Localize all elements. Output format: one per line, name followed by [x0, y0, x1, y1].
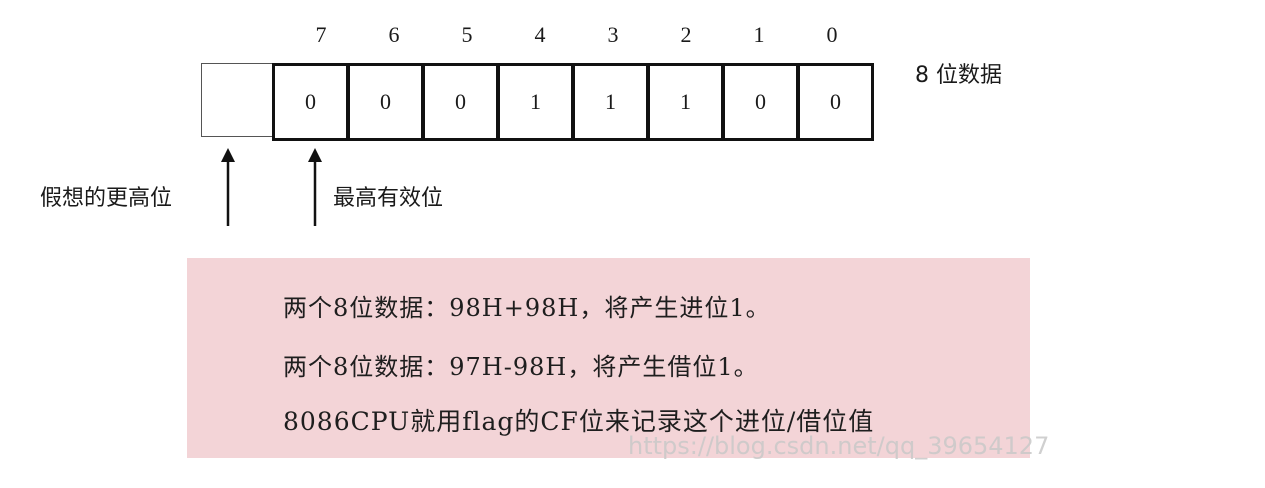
watermark: https://blog.csdn.net/qq_39654127: [628, 432, 1050, 460]
bit-index-label: 7: [315, 22, 327, 47]
bit-index-label: 5: [461, 22, 473, 47]
bit-index-label: 6: [388, 22, 400, 47]
bit-value-6: 0: [380, 89, 391, 114]
register: 0 0 0 1 1 1 0 0: [201, 63, 874, 141]
imaginary-higher-bit-cell: [201, 63, 274, 137]
bit-value-0: 0: [830, 89, 841, 114]
bit-value-1: 0: [755, 89, 766, 114]
bit-index-label: 3: [607, 22, 619, 47]
msb-label: 最高有效位: [333, 186, 444, 211]
bit-cell-5: 0: [422, 63, 499, 141]
bit-value-4: 1: [530, 89, 541, 114]
bit-value-2: 1: [680, 89, 691, 114]
up-arrow-icon: [308, 148, 322, 226]
bit-cell-6: 0: [347, 63, 424, 141]
diagram-canvas: 7 6 5 4 3 2 1 0 0 0 0 1 1 1 0 0 8 位数据 假想的更高位 最高…: [0, 0, 1265, 488]
note-line-carry: 两个8位数据：98H+98H，将产生进位1。: [283, 294, 771, 322]
bit-value-5: 0: [455, 89, 466, 114]
bit-index-label: 2: [680, 22, 692, 47]
up-arrow-icon: [221, 148, 235, 226]
imaginary-higher-bit-label: 假想的更高位: [40, 186, 173, 211]
bit-cell-1: 0: [722, 63, 799, 141]
bit-value-3: 1: [605, 89, 616, 114]
bit-cell-0: 0: [797, 63, 874, 141]
note-box: 两个8位数据：98H+98H，将产生进位1。 两个8位数据：97H-98H，将产…: [187, 258, 1030, 458]
bit-index-label: 4: [534, 22, 546, 47]
bit-cell-7: 0: [272, 63, 349, 141]
note-line-borrow: 两个8位数据：97H-98H，将产生借位1。: [283, 353, 759, 381]
bit-index-label: 1: [753, 22, 765, 47]
bit-cell-4: 1: [497, 63, 574, 141]
bit-value-7: 0: [305, 89, 316, 114]
register-caption: 8 位数据: [915, 63, 1002, 88]
bit-cell-2: 1: [647, 63, 724, 141]
bit-cell-3: 1: [572, 63, 649, 141]
bit-index-label: 0: [826, 22, 838, 47]
